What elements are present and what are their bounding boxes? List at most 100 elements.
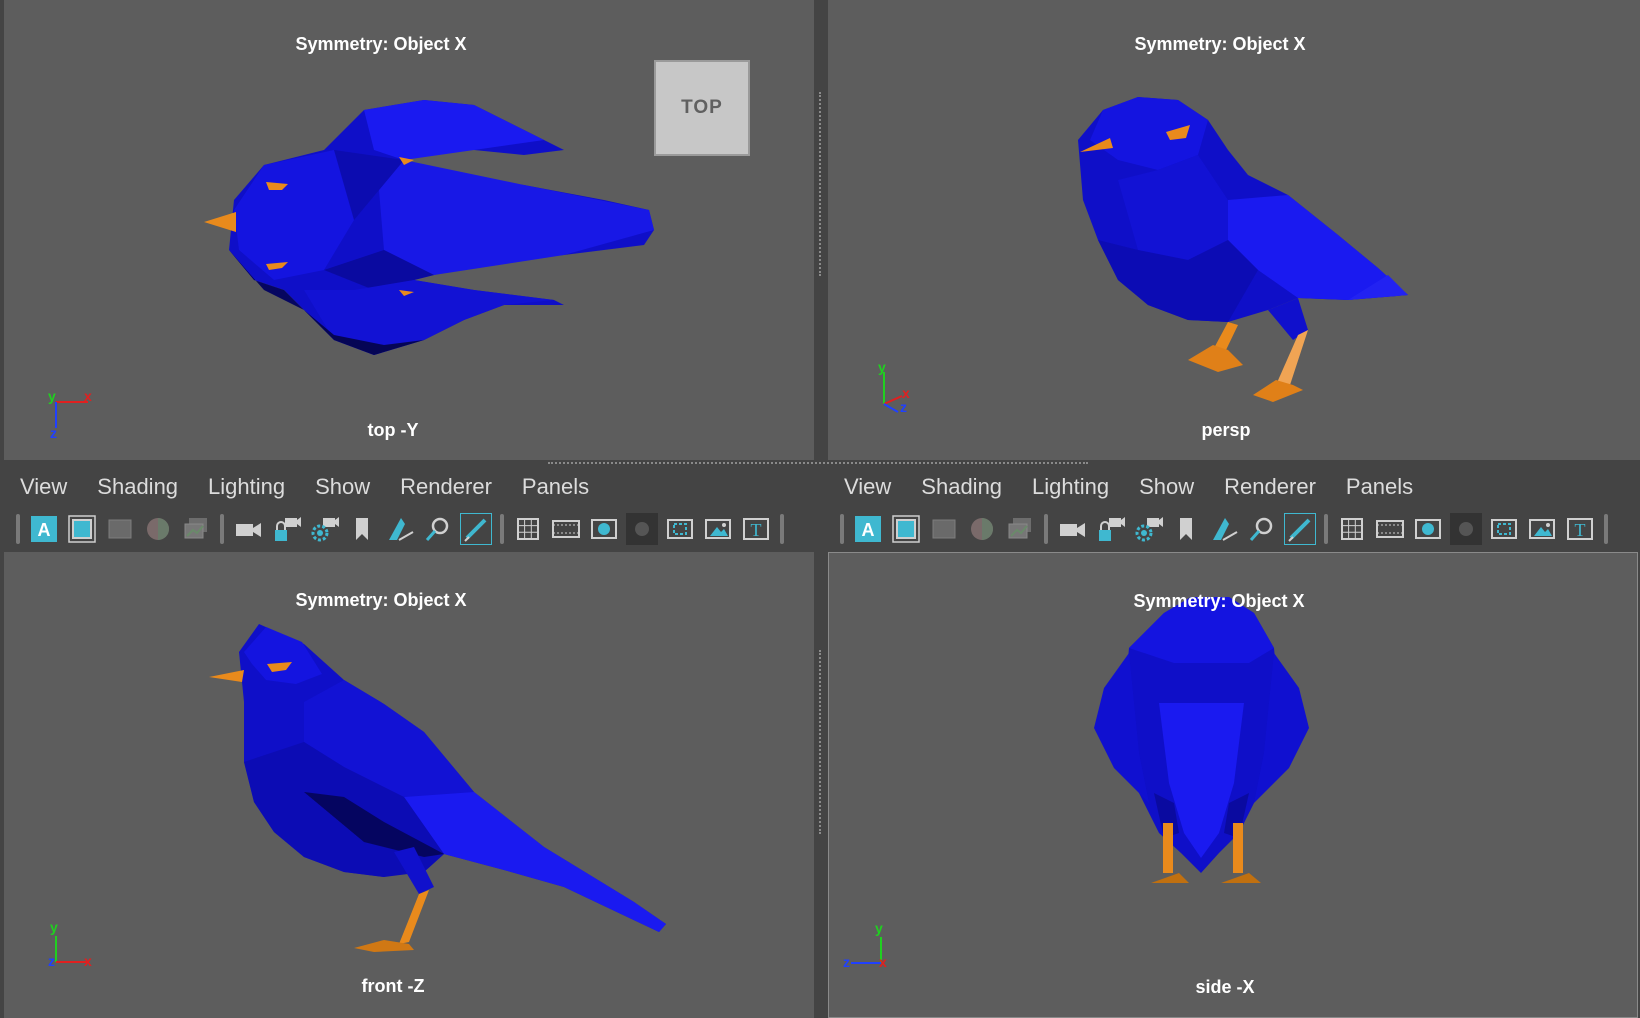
field-chart-icon[interactable] [664, 513, 696, 545]
bookmarks-icon[interactable] [104, 513, 136, 545]
bird-front-mesh [209, 624, 666, 952]
menu-lighting[interactable]: Lighting [1032, 474, 1109, 500]
gate-mask-icon[interactable] [626, 513, 658, 545]
menu-renderer[interactable]: Renderer [1224, 474, 1316, 500]
resolution-gate-icon[interactable] [588, 513, 620, 545]
bookmarks-icon[interactable] [928, 513, 960, 545]
menu-lighting[interactable]: Lighting [208, 474, 285, 500]
lock-camera-icon[interactable] [270, 513, 302, 545]
axis-y-label: y [48, 390, 56, 404]
symmetry-label: Symmetry: Object X [1134, 34, 1306, 54]
axis-y-label: y [875, 920, 883, 936]
camera-name-label: persp [1201, 420, 1251, 440]
2d-pan-zoom-icon[interactable] [1208, 513, 1240, 545]
toolbar-separator [1604, 514, 1608, 544]
pane-splitter-vertical[interactable] [819, 92, 821, 276]
bookmark-icon[interactable] [1170, 513, 1202, 545]
bird-model-persp-view[interactable] [828, 0, 1640, 460]
toolbar-separator [220, 514, 224, 544]
menu-shading[interactable]: Shading [97, 474, 178, 500]
viewport-top[interactable]: Symmetry: Object X TOP y x z top -Y [4, 0, 814, 460]
axis-x-label: x [84, 953, 92, 968]
menu-view[interactable]: View [844, 474, 891, 500]
viewport-side[interactable]: Symmetry: Object X y x z side -X [828, 552, 1638, 1018]
panel-icon-toolbar: A T [828, 510, 1616, 548]
toolbar-separator [1044, 514, 1048, 544]
axis-x-label: x [879, 954, 887, 969]
safe-title-icon[interactable]: T [740, 513, 772, 545]
axis-x-label: x [84, 390, 92, 404]
svg-text:A: A [862, 520, 875, 540]
viewport-persp[interactable]: Symmetry: Object X y x z persp [828, 0, 1640, 460]
camera-name-label: top -Y [367, 420, 419, 440]
select-camera-icon[interactable]: A [28, 513, 60, 545]
axis-y-label: y [878, 360, 886, 375]
resolution-gate-icon[interactable] [1412, 513, 1444, 545]
lock-camera-icon[interactable] [1094, 513, 1126, 545]
symmetry-label: Symmetry: Object X [295, 34, 467, 54]
image-plane-icon[interactable] [142, 513, 174, 545]
zoom-icon[interactable] [422, 513, 454, 545]
film-gate-icon[interactable] [1374, 513, 1406, 545]
grid-icon[interactable] [1336, 513, 1368, 545]
axis-z-label: z [48, 953, 55, 968]
camera-icon[interactable] [232, 513, 264, 545]
film-gate-icon[interactable] [550, 513, 582, 545]
camera-icon[interactable] [1056, 513, 1088, 545]
menu-renderer[interactable]: Renderer [400, 474, 492, 500]
panel-toolbar-right: View Shading Lighting Show Renderer Pane… [828, 468, 1640, 552]
camera-name-label: side -X [1195, 977, 1255, 997]
toolbar-separator [1324, 514, 1328, 544]
bird-model-side-view[interactable] [829, 553, 1638, 1018]
menu-shading[interactable]: Shading [921, 474, 1002, 500]
axis-gizmo: y x z [878, 360, 910, 415]
panel-toolbar-left: View Shading Lighting Show Renderer Pane… [4, 468, 814, 552]
menu-view[interactable]: View [20, 474, 67, 500]
zoom-icon[interactable] [1246, 513, 1278, 545]
safe-action-icon[interactable] [702, 513, 734, 545]
select-camera-icon[interactable]: A [852, 513, 884, 545]
menu-panels[interactable]: Panels [522, 474, 589, 500]
grease-pencil-icon[interactable] [1004, 513, 1036, 545]
gate-mask-icon[interactable] [1450, 513, 1482, 545]
bookmark-icon[interactable] [346, 513, 378, 545]
menu-panels[interactable]: Panels [1346, 474, 1413, 500]
toolbar-separator [780, 514, 784, 544]
svg-text:T: T [751, 520, 762, 540]
camera-attributes-icon[interactable] [890, 513, 922, 545]
safe-title-icon[interactable]: T [1564, 513, 1596, 545]
2d-pan-zoom-icon[interactable] [384, 513, 416, 545]
grease-pencil-tool-icon[interactable] [460, 513, 492, 545]
toolbar-separator [16, 514, 20, 544]
pane-splitter-horizontal[interactable] [548, 462, 1088, 464]
camera-attributes-icon[interactable] [66, 513, 98, 545]
svg-text:A: A [38, 520, 51, 540]
grease-pencil-tool-icon[interactable] [1284, 513, 1316, 545]
bird-model-front-view[interactable] [4, 552, 814, 1018]
axis-gizmo: y x z [843, 920, 887, 969]
symmetry-label: Symmetry: Object X [295, 590, 467, 610]
toolbar-separator [500, 514, 504, 544]
bird-persp-mesh [1078, 97, 1408, 402]
view-cube[interactable]: TOP [654, 60, 750, 156]
field-chart-icon[interactable] [1488, 513, 1520, 545]
bird-side-mesh [1094, 597, 1309, 883]
axis-z-label: z [900, 399, 907, 415]
menu-show[interactable]: Show [315, 474, 370, 500]
grid-icon[interactable] [512, 513, 544, 545]
axis-y-label: y [50, 919, 58, 935]
panel-icon-toolbar: A T [4, 510, 792, 548]
viewport-front[interactable]: Symmetry: Object X y x z front -Z [4, 552, 814, 1018]
panel-menu-bar: View Shading Lighting Show Renderer Pane… [828, 468, 1443, 506]
image-plane-icon[interactable] [966, 513, 998, 545]
panel-menu-bar: View Shading Lighting Show Renderer Pane… [4, 468, 619, 506]
axis-z-label: z [843, 954, 850, 969]
grease-pencil-icon[interactable] [180, 513, 212, 545]
safe-action-icon[interactable] [1526, 513, 1558, 545]
camera-settings-icon[interactable] [308, 513, 340, 545]
toolbar-separator [840, 514, 844, 544]
pane-splitter-vertical[interactable] [819, 650, 821, 834]
svg-text:T: T [1575, 520, 1586, 540]
menu-show[interactable]: Show [1139, 474, 1194, 500]
camera-settings-icon[interactable] [1132, 513, 1164, 545]
